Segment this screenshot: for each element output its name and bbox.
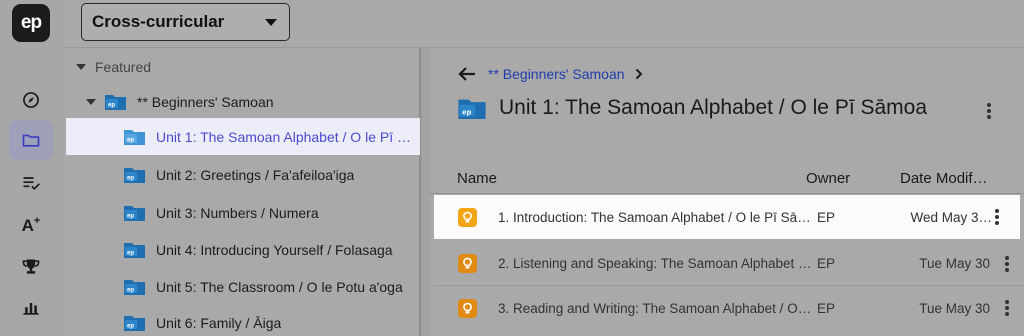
caret-down-icon (265, 19, 277, 26)
subject-dropdown[interactable]: Cross-curricular (81, 3, 290, 41)
more-options-icon[interactable] (1004, 256, 1010, 272)
tree-item-unit-2[interactable]: ep Unit 2: Greetings / Fa'afeiloa'iga (64, 156, 420, 193)
tree-item-label: Unit 2: Greetings / Fa'afeiloa'iga (156, 166, 355, 183)
tree-section-label: Featured (95, 58, 152, 75)
panel-splitter[interactable] (420, 48, 430, 336)
tree-section-featured[interactable]: Featured (64, 48, 420, 85)
chevron-down-icon (86, 98, 96, 105)
tree-item-label: Unit 5: The Classroom / O le Potu a'oga (156, 278, 403, 295)
row-date: Tue May 30 (919, 256, 990, 271)
tree-item-label: Unit 3: Numbers / Numera (156, 204, 319, 221)
checklist-icon[interactable] (9, 163, 53, 203)
svg-text:ep: ep (462, 107, 471, 116)
row-date: Wed May 3… (910, 209, 992, 225)
table-row[interactable]: 1. Introduction: The Samoan Alphabet / O… (434, 195, 1020, 239)
column-header-date[interactable]: Date Modif… (900, 170, 988, 187)
main-panel: ** Beginners' Samoan ep Unit 1: The Samo… (430, 48, 1024, 336)
row-name: 3. Reading and Writing: The Samoan Alpha… (498, 300, 814, 316)
tree-item-beginners-samoan[interactable]: ep ** Beginners' Samoan (64, 83, 420, 120)
tree-item-label: Unit 6: Family / Āiga (156, 314, 282, 331)
tree-item-label: ** Beginners' Samoan (137, 93, 274, 110)
svg-text:ep: ep (127, 288, 134, 294)
lightbulb-icon (458, 254, 477, 273)
svg-text:ep: ep (108, 103, 115, 109)
folder-icon: ep (124, 168, 145, 183)
more-options-icon[interactable] (994, 209, 1000, 225)
chevron-down-icon (76, 63, 86, 70)
row-owner: EP (817, 256, 836, 271)
table-row[interactable]: 2. Listening and Speaking: The Samoan Al… (434, 242, 1024, 286)
more-options-icon[interactable] (1004, 300, 1010, 316)
folder-tree: Featured ep ** Beginners' Samoan ep Unit… (64, 48, 420, 336)
folder-icon: ep (124, 206, 145, 221)
row-owner: EP (817, 209, 836, 225)
svg-text:ep: ep (127, 176, 134, 182)
column-header-owner[interactable]: Owner (806, 170, 850, 187)
subject-dropdown-value: Cross-curricular (92, 12, 225, 31)
folder-icon: ep (124, 130, 145, 145)
chevron-right-icon (635, 68, 642, 80)
page-header: ep Unit 1: The Samoan Alphabet / O le Pī… (458, 96, 927, 120)
trophy-icon[interactable] (9, 247, 53, 287)
folder-icon: ep (124, 243, 145, 258)
row-name: 2. Listening and Speaking: The Samoan Al… (498, 256, 814, 271)
grade-icon[interactable]: A + (9, 206, 53, 246)
top-bar: Cross-curricular (64, 0, 1024, 48)
tree-item-unit-6[interactable]: ep Unit 6: Family / Āiga (64, 304, 420, 336)
lightbulb-icon (458, 207, 477, 227)
column-header-name[interactable]: Name (457, 170, 497, 187)
lightbulb-icon (458, 298, 477, 318)
row-name: 1. Introduction: The Samoan Alphabet / O… (498, 209, 814, 225)
svg-text:ep: ep (127, 251, 134, 257)
app-logo[interactable]: ep (12, 4, 50, 42)
grade-icon-plus: + (33, 215, 41, 227)
grade-icon-label: A (21, 216, 34, 235)
page-title: Unit 1: The Samoan Alphabet / O le Pī Sā… (499, 96, 928, 119)
left-rail: ep A + (0, 0, 64, 336)
tree-item-label: Unit 1: The Samoan Alphabet / O le Pī Sā… (156, 128, 418, 145)
folder-icon: ep (124, 316, 145, 331)
tree-item-unit-3[interactable]: ep Unit 3: Numbers / Numera (64, 194, 420, 231)
folder-icon[interactable] (9, 120, 53, 160)
folder-icon: ep (124, 280, 145, 295)
row-date: Tue May 30 (919, 300, 990, 316)
folder-icon: ep (105, 95, 126, 110)
svg-text:ep: ep (127, 214, 134, 220)
breadcrumb: ** Beginners' Samoan (458, 66, 643, 82)
tree-item-unit-5[interactable]: ep Unit 5: The Classroom / O le Potu a'o… (64, 268, 420, 305)
chart-icon[interactable] (9, 288, 53, 328)
back-arrow-icon[interactable] (458, 66, 476, 82)
tree-item-unit-1[interactable]: ep Unit 1: The Samoan Alphabet / O le Pī… (66, 118, 420, 155)
tree-item-unit-4[interactable]: ep Unit 4: Introducing Yourself / Folasa… (64, 231, 420, 268)
svg-text:ep: ep (127, 138, 134, 144)
row-owner: EP (817, 300, 836, 316)
more-options-icon[interactable] (986, 103, 992, 119)
folder-icon: ep (458, 99, 486, 119)
table-row[interactable]: 3. Reading and Writing: The Samoan Alpha… (434, 286, 1024, 330)
tree-item-label: Unit 4: Introducing Yourself / Folasaga (156, 241, 393, 258)
compass-icon[interactable] (9, 80, 53, 120)
svg-text:ep: ep (127, 324, 134, 330)
header-divider (430, 193, 1024, 194)
breadcrumb-link[interactable]: ** Beginners' Samoan (488, 66, 625, 82)
